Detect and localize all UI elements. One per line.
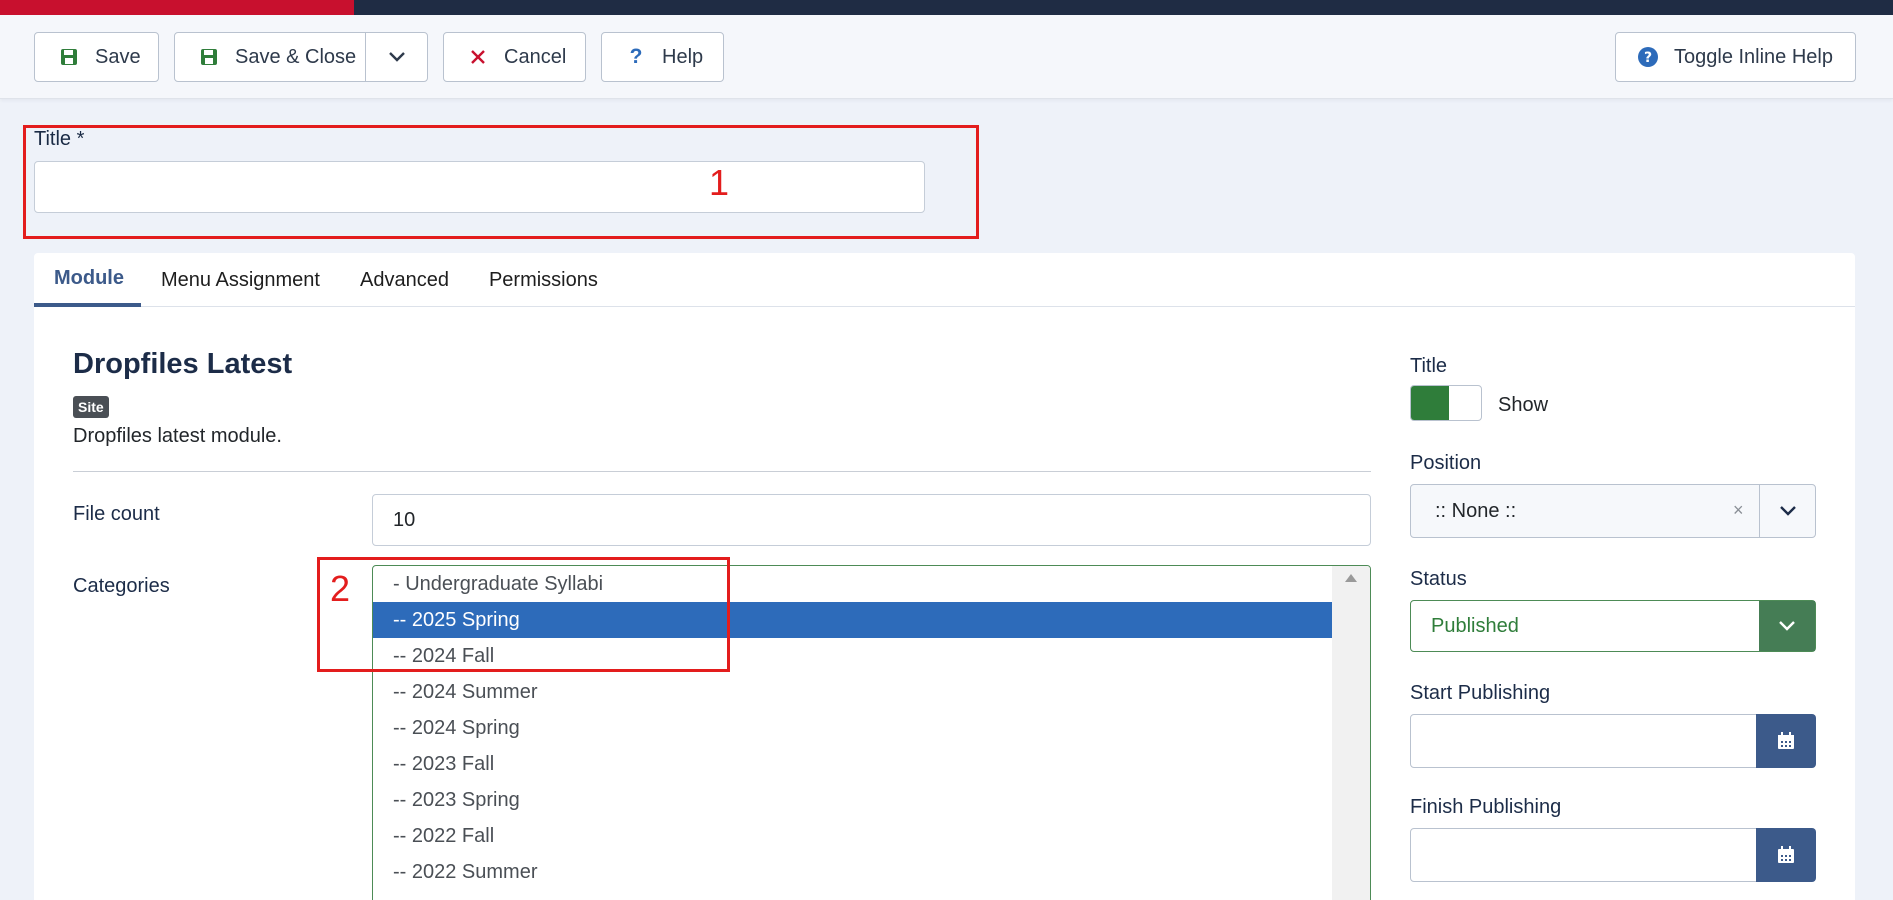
category-option[interactable]: -- 2024 Spring (373, 710, 1333, 746)
tab-permissions[interactable]: Permissions (469, 253, 618, 307)
finish-publishing-field (1410, 828, 1816, 882)
toggle-inline-help-label: Toggle Inline Help (1674, 45, 1833, 68)
toggle-knob (1411, 386, 1449, 420)
tab-bar: Module Menu Assignment Advanced Permissi… (34, 253, 1855, 307)
save-icon (57, 45, 81, 69)
category-option[interactable]: -- 2023 Fall (373, 746, 1333, 782)
status-select[interactable]: Published (1410, 600, 1816, 652)
scroll-up-arrow-icon[interactable] (1345, 574, 1357, 582)
calendar-icon (1778, 732, 1794, 749)
question-circle-icon: ? (1636, 45, 1660, 69)
start-publishing-field (1410, 714, 1816, 768)
save-icon (197, 45, 221, 69)
category-option[interactable]: -- 2023 Spring (373, 782, 1333, 818)
category-option[interactable]: -- 2022 Fall (373, 818, 1333, 854)
toggle-inline-help-button[interactable]: ? Toggle Inline Help (1615, 32, 1856, 82)
cancel-button[interactable]: Cancel (443, 32, 586, 82)
title-show-toggle[interactable] (1410, 385, 1482, 421)
top-accent-strip (0, 0, 354, 15)
chevron-down-icon (1779, 621, 1795, 631)
annotation-number-2: 2 (330, 568, 351, 609)
top-brand-bar (0, 0, 1893, 15)
listbox-scrollbar[interactable] (1332, 566, 1370, 900)
close-icon (466, 45, 490, 69)
position-label: Position (1410, 452, 1482, 474)
status-dropdown-toggle[interactable] (1759, 601, 1815, 651)
finish-publishing-label: Finish Publishing (1410, 796, 1562, 818)
tab-menu-assignment[interactable]: Menu Assignment (141, 253, 340, 307)
site-badge: Site (73, 396, 109, 418)
toolbar: Save Save & Close Cancel ? Help ? Toggle… (0, 15, 1893, 99)
position-value: :: None :: (1435, 500, 1517, 522)
question-icon: ? (629, 45, 643, 68)
categories-label: Categories (73, 575, 170, 597)
category-option[interactable]: -- 2022 Summer (373, 854, 1333, 890)
position-select[interactable]: :: None :: × (1410, 484, 1816, 538)
save-options-dropdown[interactable] (365, 33, 428, 81)
category-option[interactable]: -- 2024 Summer (373, 674, 1333, 710)
start-publishing-input[interactable] (1410, 714, 1758, 768)
chevron-down-icon (389, 52, 405, 62)
position-dropdown-toggle[interactable] (1759, 485, 1815, 537)
divider (73, 471, 1371, 472)
save-close-button[interactable]: Save & Close (174, 32, 428, 82)
title-visibility-label: Title (1410, 355, 1448, 377)
module-panel: Module Menu Assignment Advanced Permissi… (34, 253, 1855, 900)
file-count-label: File count (73, 503, 160, 525)
help-button-label: Help (662, 45, 704, 68)
calendar-icon (1778, 846, 1794, 863)
status-value: Published (1431, 615, 1519, 637)
help-button[interactable]: ? Help (601, 32, 724, 82)
status-label: Status (1410, 568, 1467, 590)
module-description: Dropfiles latest module. (73, 425, 282, 447)
svg-text:?: ? (1644, 50, 1652, 66)
save-close-button-label: Save & Close (235, 45, 357, 68)
module-title: Dropfiles Latest (73, 348, 293, 380)
annotation-number-1: 1 (709, 162, 730, 203)
tab-advanced[interactable]: Advanced (340, 253, 469, 307)
annotation-box-2 (317, 557, 730, 672)
tab-module[interactable]: Module (34, 253, 141, 307)
clear-icon[interactable]: × (1733, 500, 1744, 521)
finish-publishing-input[interactable] (1410, 828, 1758, 882)
annotation-box-1 (23, 125, 979, 239)
start-publishing-calendar-button[interactable] (1756, 714, 1816, 768)
chevron-down-icon (1779, 506, 1796, 516)
finish-publishing-calendar-button[interactable] (1756, 828, 1816, 882)
start-publishing-label: Start Publishing (1410, 682, 1551, 704)
save-button[interactable]: Save (34, 32, 159, 82)
save-button-label: Save (95, 45, 141, 68)
cancel-button-label: Cancel (504, 45, 567, 68)
file-count-input[interactable]: 10 (372, 494, 1371, 546)
title-toggle-state: Show (1498, 394, 1549, 416)
